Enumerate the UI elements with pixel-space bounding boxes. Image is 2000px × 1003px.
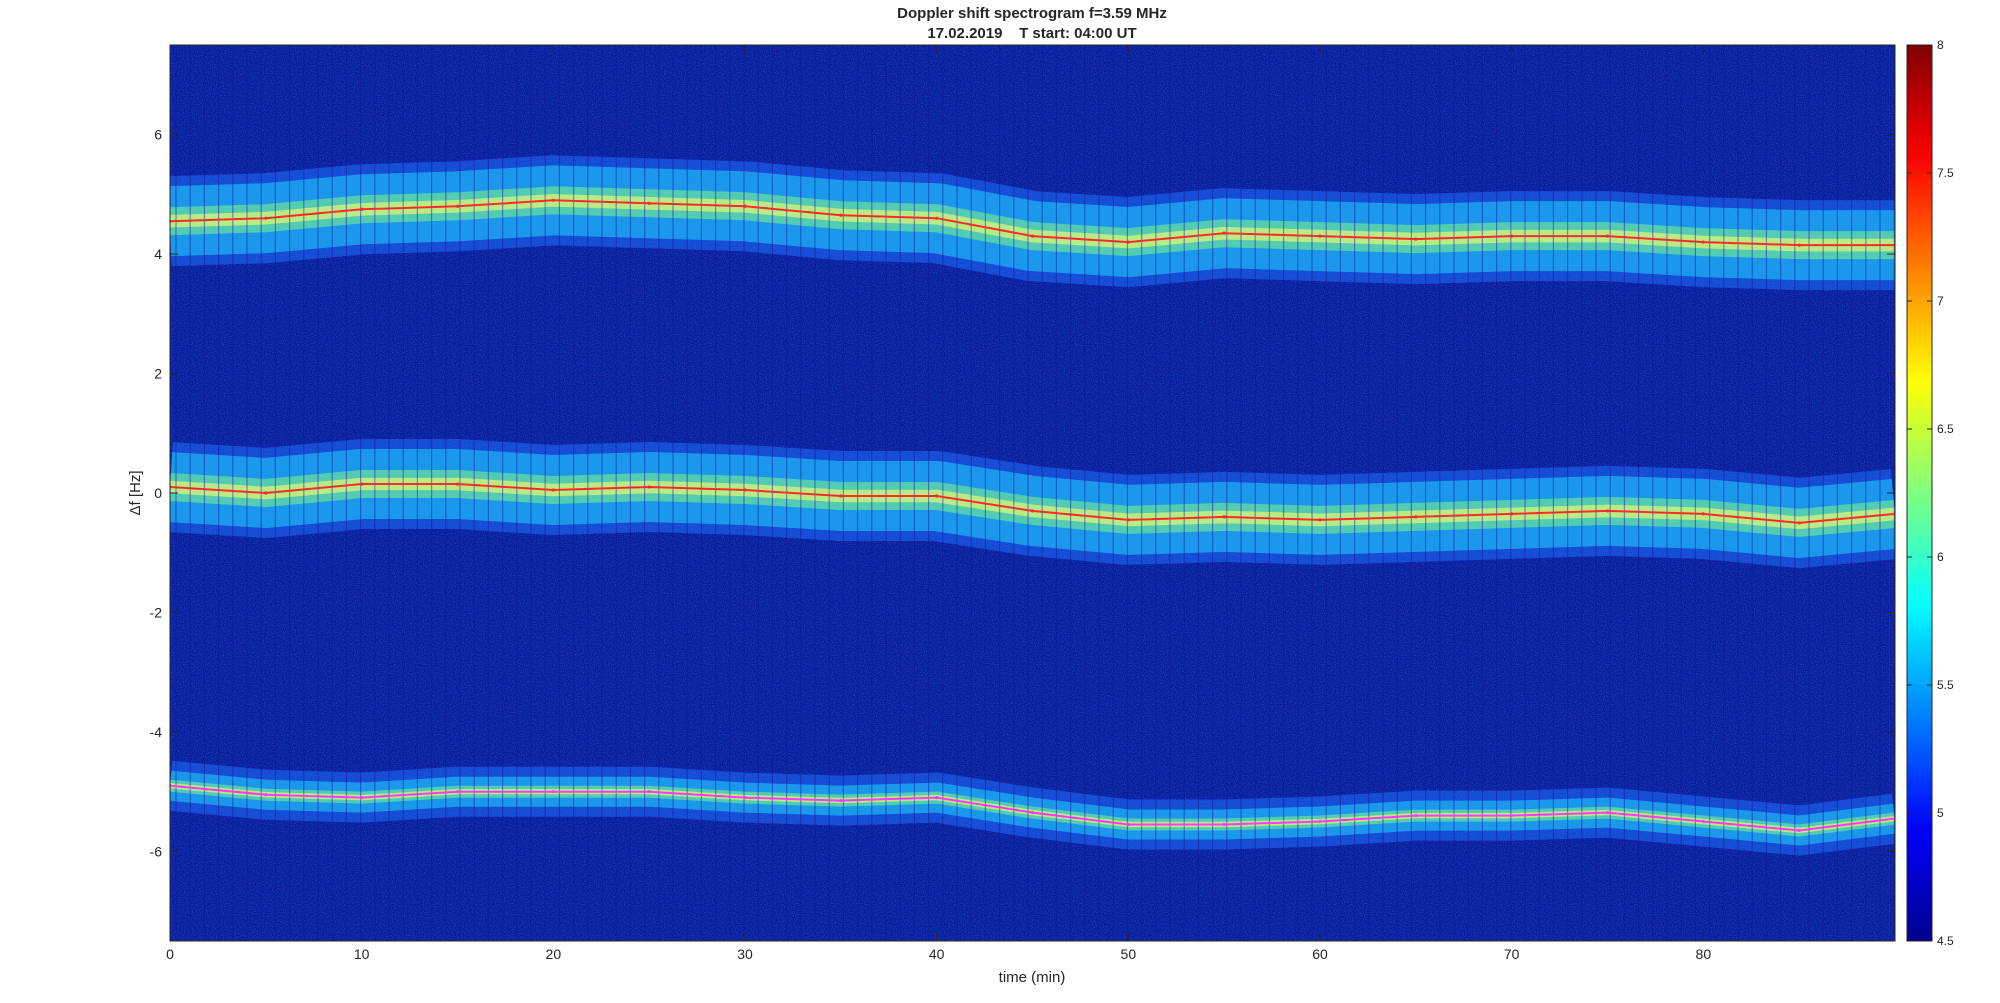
y-tick-label: -2 <box>150 604 163 620</box>
trace-point <box>1318 819 1322 824</box>
trace-point <box>647 201 651 205</box>
x-tick-label: 0 <box>166 946 174 962</box>
trace-point <box>1510 813 1514 818</box>
x-tick-label: 60 <box>1312 946 1328 962</box>
trace-point <box>1701 240 1705 244</box>
colorbar-tick-label: 7 <box>1937 294 1944 308</box>
trace-point <box>1414 237 1418 241</box>
x-tick-label: 70 <box>1504 946 1520 962</box>
trace-point <box>360 482 364 486</box>
trace-point <box>935 216 939 220</box>
trace-point <box>1318 234 1322 238</box>
trace-point <box>264 793 268 797</box>
chart-subtitle: 17.02.2019 T start: 04:00 UT <box>927 25 1136 42</box>
trace-point <box>1701 512 1705 516</box>
trace-point <box>647 485 651 489</box>
colorbar-tick-label: 5.5 <box>1937 678 1954 692</box>
colorbar-tick-label: 4.5 <box>1937 934 1954 948</box>
colorbar-tick-label: 8 <box>1937 38 1944 52</box>
trace-point <box>1510 512 1514 516</box>
trace-point <box>1126 240 1130 244</box>
spectrogram-chart: Doppler shift spectrogram f=3.59 MHz 17.… <box>127 5 1954 986</box>
x-tick-label: 80 <box>1696 946 1712 962</box>
trace-point <box>1030 509 1035 513</box>
trace-point <box>1510 234 1514 238</box>
trace-point <box>743 204 747 208</box>
y-tick-label: 0 <box>154 485 162 501</box>
colorbar: 4.5 5 5.5 6 6.5 7 7.5 8 <box>1906 38 1954 948</box>
x-tick-label: 10 <box>354 946 370 962</box>
colorbar-tick-label: 5 <box>1937 806 1944 820</box>
trace-point <box>743 796 747 800</box>
trace-point <box>551 198 555 202</box>
trace-point <box>264 491 268 495</box>
trace-point <box>551 488 555 492</box>
trace-point <box>360 207 364 211</box>
trace-point <box>1797 521 1801 525</box>
x-tick-label: 40 <box>929 946 945 962</box>
trace-point <box>1605 234 1610 238</box>
trace-point <box>935 796 939 800</box>
trace-point <box>455 204 460 208</box>
trace-point <box>839 213 843 217</box>
trace-point <box>839 494 843 498</box>
trace-point <box>743 488 747 492</box>
y-tick-label: -6 <box>150 843 163 859</box>
trace-point <box>1222 822 1226 827</box>
trace-point <box>1797 243 1801 247</box>
trace-point <box>647 790 651 794</box>
trace-point <box>1030 810 1035 815</box>
y-tick-label: 2 <box>154 366 162 382</box>
trace-point <box>1222 515 1226 519</box>
trace-point <box>1222 231 1226 235</box>
y-tick-label: -4 <box>150 724 163 740</box>
trace-point <box>264 216 268 220</box>
trace-point <box>1318 518 1322 522</box>
chart-title: Doppler shift spectrogram f=3.59 MHz <box>897 5 1167 22</box>
trace-point <box>1605 810 1610 815</box>
trace-point <box>1414 515 1418 519</box>
trace-point <box>360 796 364 800</box>
colorbar-tick-label: 6 <box>1937 550 1944 564</box>
y-tick-label: 6 <box>154 127 162 143</box>
trace-point <box>935 494 939 498</box>
trace-point <box>1797 828 1801 833</box>
trace-point <box>839 799 843 803</box>
trace-point <box>1126 518 1130 522</box>
trace-point <box>1414 813 1418 818</box>
x-axis-label: time (min) <box>999 969 1066 986</box>
x-tick-label: 20 <box>546 946 562 962</box>
y-tick-label: 4 <box>154 246 162 262</box>
trace-point <box>455 482 460 486</box>
trace-point <box>1701 819 1705 824</box>
signal-bands <box>170 45 1895 941</box>
x-tick-label: 50 <box>1121 946 1137 962</box>
plot-area <box>169 44 1896 942</box>
trace-point <box>1605 509 1610 513</box>
trace-point <box>551 790 555 794</box>
trace-point <box>455 790 460 794</box>
y-axis-label: Δf [Hz] <box>127 470 144 515</box>
trace-point <box>1126 822 1130 827</box>
colorbar-gradient <box>1906 44 1933 942</box>
colorbar-tick-label: 7.5 <box>1937 166 1954 180</box>
colorbar-tick-label: 6.5 <box>1937 422 1954 436</box>
trace-point <box>1030 234 1035 238</box>
x-tick-label: 30 <box>737 946 753 962</box>
